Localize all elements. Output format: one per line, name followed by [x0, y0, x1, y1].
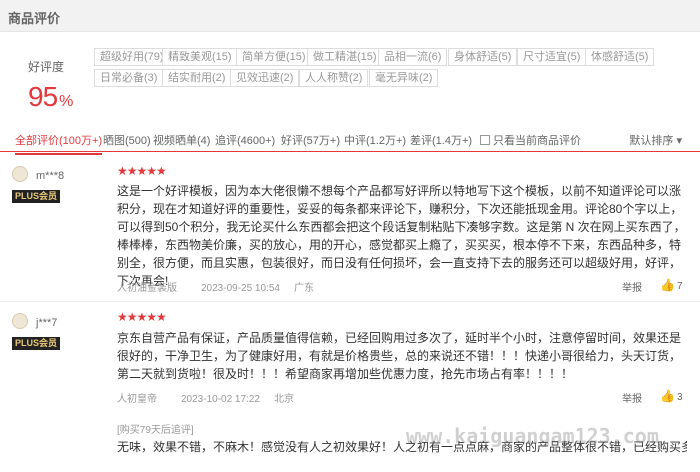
- divider: [0, 301, 700, 302]
- section-title: 商品评价: [8, 11, 61, 26]
- filter-photos[interactable]: 晒图(500): [103, 132, 151, 148]
- review-tag[interactable]: 简单方便(15): [236, 48, 312, 66]
- thumbs-up-icon: 👍: [660, 278, 675, 292]
- review-tag[interactable]: 毫无异味(2): [369, 69, 439, 87]
- filter-neutral[interactable]: 中评(1.2万+): [344, 132, 406, 148]
- like-button[interactable]: 👍 3: [660, 389, 683, 403]
- review-location: 北京: [273, 394, 294, 405]
- review-tag[interactable]: 见效迅速(2): [230, 69, 300, 87]
- review-date: 2023-10-02 17:22: [181, 394, 260, 405]
- review-tag[interactable]: 品相一流(6): [378, 48, 448, 66]
- review-location: 广东: [293, 283, 314, 294]
- followup-tag: [购买79天后追评]: [117, 425, 194, 436]
- report-link[interactable]: 举报: [622, 279, 642, 294]
- plus-member-badge: PLUS会员: [12, 190, 61, 203]
- section-header: 商品评价: [0, 0, 700, 32]
- product-variant: 人初油金装版: [117, 283, 177, 294]
- review-username: m***8: [36, 170, 65, 182]
- thumbs-up-icon: 👍: [660, 389, 675, 403]
- filter-positive[interactable]: 好评(57万+): [281, 132, 340, 148]
- avatar: [12, 313, 28, 329]
- positive-rate-box: 好评度 95%: [28, 58, 98, 113]
- like-button[interactable]: 👍 7: [660, 278, 683, 292]
- review-tag[interactable]: 身体舒适(5): [448, 48, 518, 66]
- filter-negative[interactable]: 差评(1.4万+): [410, 132, 472, 148]
- review-stars: ★★★★★: [117, 310, 167, 324]
- checkbox-icon[interactable]: [480, 135, 490, 145]
- only-current-product-checkbox[interactable]: 只看当前商品评价: [480, 132, 581, 148]
- avatar: [12, 166, 28, 182]
- sort-dropdown[interactable]: 默认排序 ▾: [629, 132, 682, 148]
- review-stars: ★★★★★: [117, 164, 167, 178]
- review-content: 这是一个好评模板，因为本大佬很懒不想每个产品都写好评所以特地写下这个模板，以前不…: [117, 184, 686, 288]
- watermark: www.kaiguangam123.com: [406, 424, 659, 448]
- review-date: 2023-09-25 10:54: [201, 283, 280, 294]
- report-link[interactable]: 举报: [622, 390, 642, 405]
- review-tag[interactable]: 尺寸适宜(5): [517, 48, 587, 66]
- review-meta: 人初皇帝 2023-10-02 17:22 北京: [117, 390, 294, 405]
- positive-rate-value: 95%: [28, 81, 73, 112]
- product-variant: 人初皇帝: [117, 394, 157, 405]
- positive-rate-label: 好评度: [28, 60, 65, 74]
- plus-member-badge: PLUS会员: [12, 337, 61, 350]
- filter-followup[interactable]: 追评(4600+): [215, 132, 275, 148]
- review-meta: 人初油金装版 2023-09-25 10:54 广东: [117, 279, 314, 294]
- filter-all[interactable]: 全部评价(100万+): [15, 132, 103, 155]
- review-tag[interactable]: 超级好用(79): [94, 48, 170, 66]
- filter-video[interactable]: 视频晒单(4): [153, 132, 210, 148]
- review-tag[interactable]: 人人称赞(2): [299, 69, 369, 87]
- review-tag[interactable]: 体感舒适(5): [585, 48, 655, 66]
- review-tag[interactable]: 做工精湛(15): [307, 48, 383, 66]
- review-username: j***7: [36, 317, 58, 329]
- review-tag[interactable]: 日常必备(3): [94, 69, 164, 87]
- review-content: 京东自营产品有保证，产品质量值得信赖，已经回购用过多次了，延时半个小时，注意停留…: [117, 331, 682, 381]
- review-tag[interactable]: 结实耐用(2): [162, 69, 232, 87]
- review-tag[interactable]: 精致美观(15): [162, 48, 238, 66]
- review-filter-bar: 全部评价(100万+) 晒图(500) 视频晒单(4) 追评(4600+) 好评…: [0, 126, 700, 155]
